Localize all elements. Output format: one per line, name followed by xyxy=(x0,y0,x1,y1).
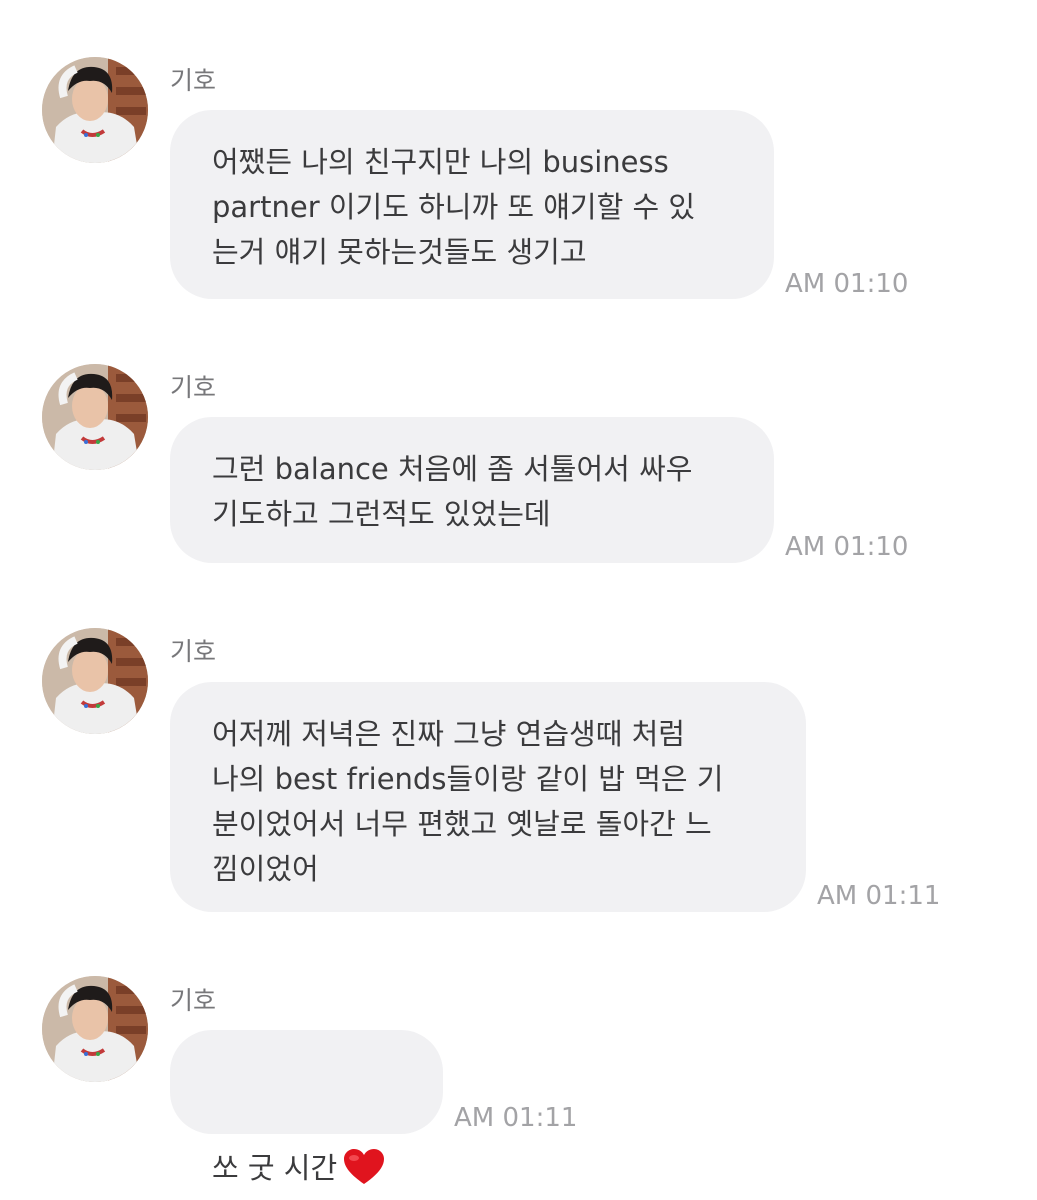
sender-name: 기호 xyxy=(170,66,217,95)
sender-name: 기호 xyxy=(170,373,217,402)
sender-name: 기호 xyxy=(170,637,217,666)
avatar-photo xyxy=(42,57,148,163)
message-bubble[interactable]: 어저께 저녁은 진짜 그냥 연습생때 처럼 나의 best friends들이랑… xyxy=(170,682,806,912)
message-timestamp: AM 01:11 xyxy=(454,1103,578,1133)
avatar[interactable] xyxy=(42,976,148,1082)
heart-emoji xyxy=(343,1103,385,1199)
message-bubble[interactable]: 그런 balance 처음에 좀 서툴어서 싸우 기도하고 그런적도 있었는데 xyxy=(170,417,774,563)
avatar-photo xyxy=(42,364,148,470)
avatar[interactable] xyxy=(42,364,148,470)
message-bubble[interactable]: 어쨌든 나의 친구지만 나의 business partner 이기도 하니까 … xyxy=(170,110,774,299)
message-timestamp: AM 01:11 xyxy=(817,881,941,911)
avatar-photo xyxy=(42,976,148,1082)
message-text: 쏘 굿 시간 xyxy=(212,1151,338,1185)
message-timestamp: AM 01:10 xyxy=(785,269,909,299)
avatar[interactable] xyxy=(42,57,148,163)
avatar-photo xyxy=(42,628,148,734)
avatar[interactable] xyxy=(42,628,148,734)
message-timestamp: AM 01:10 xyxy=(785,532,909,562)
sender-name: 기호 xyxy=(170,986,217,1015)
message-bubble[interactable]: 쏘 굿 시간 xyxy=(170,1030,443,1185)
